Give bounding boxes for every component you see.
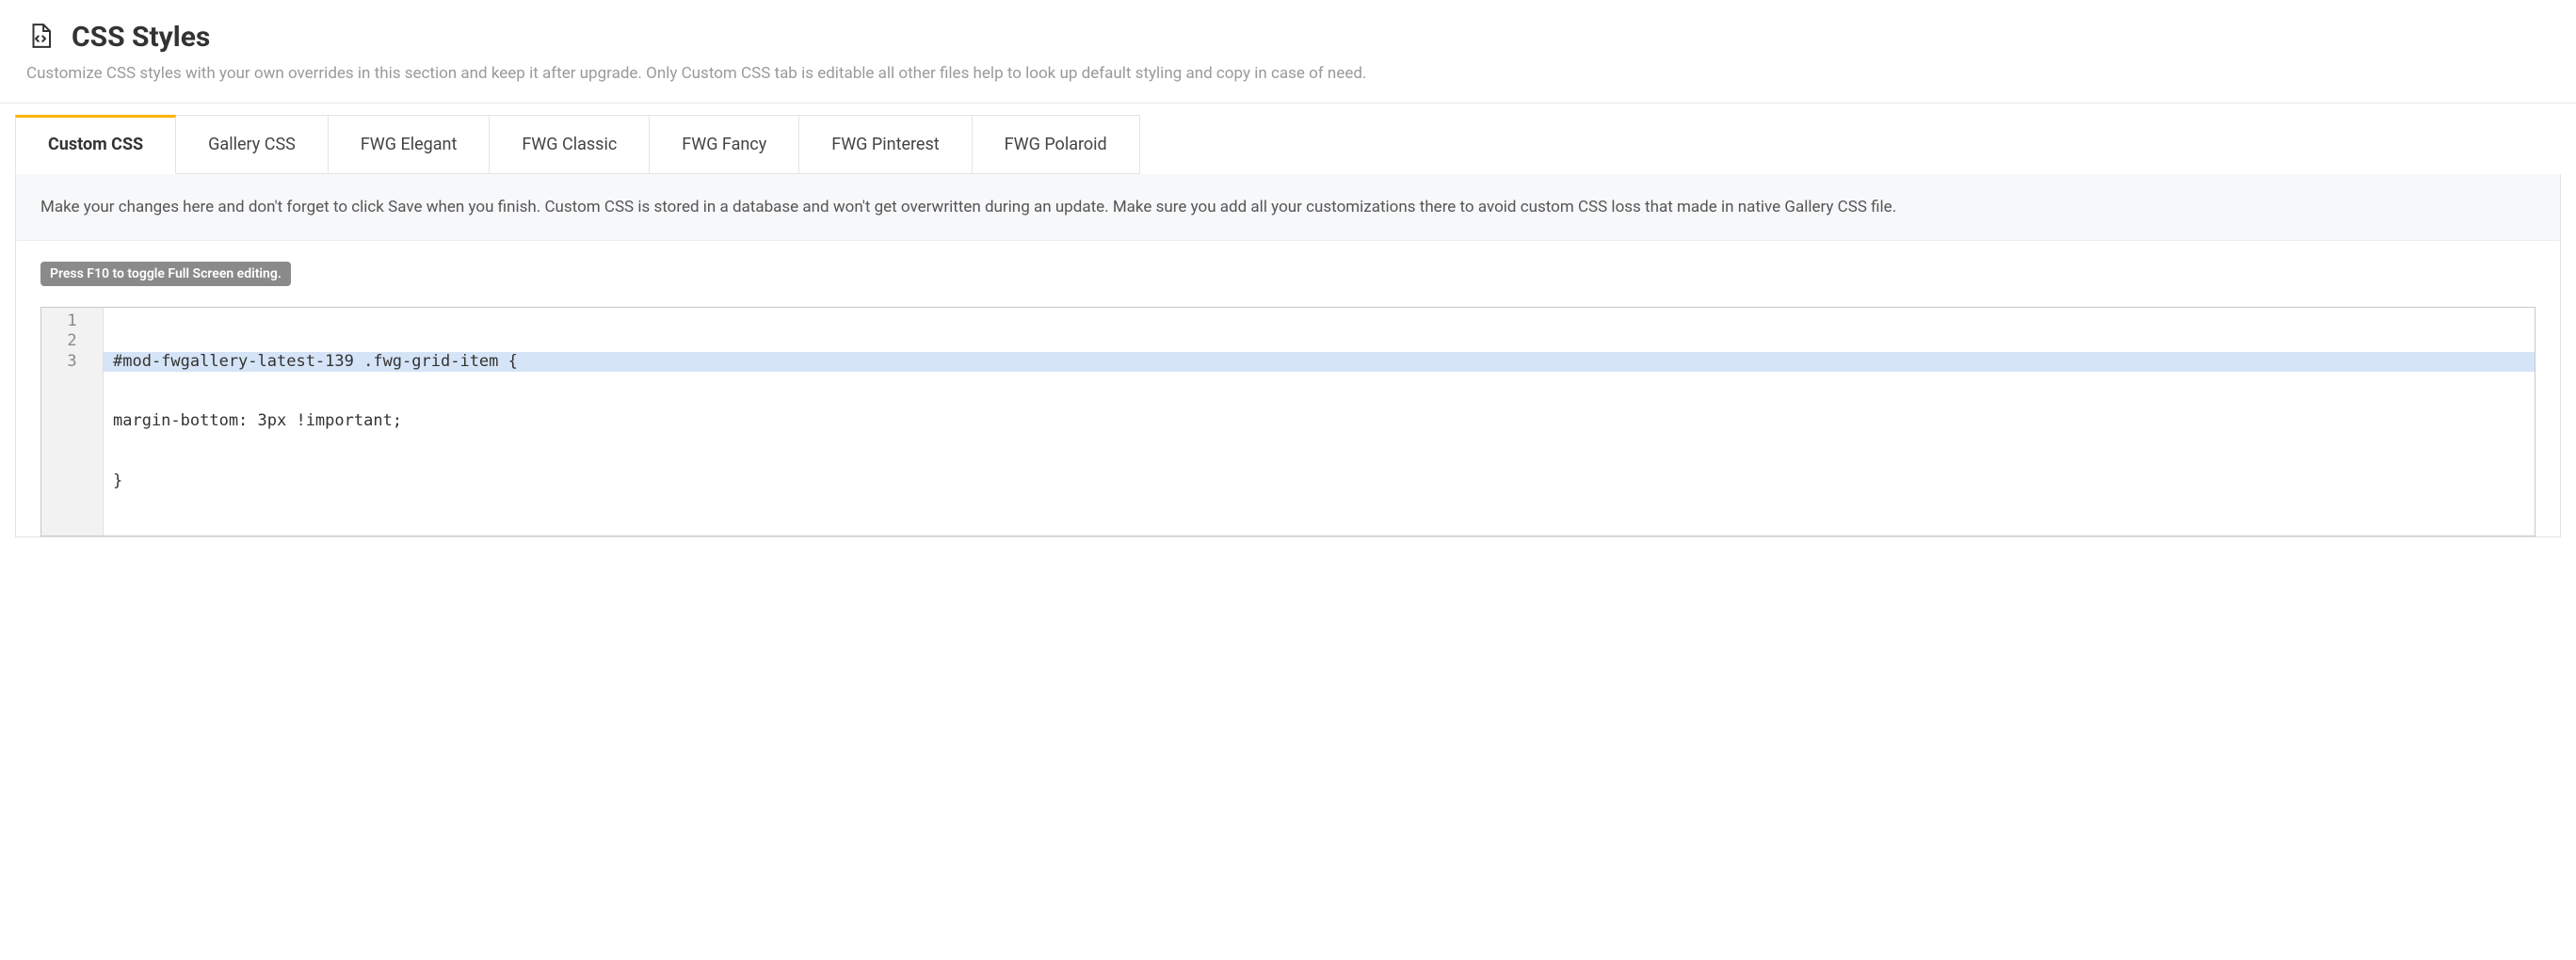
tab-gallery-css[interactable]: Gallery CSS	[176, 115, 329, 174]
code-editor[interactable]: 1 2 3 #mod-fwgallery-latest-139 .fwg-gri…	[40, 307, 2536, 536]
line-number: 2	[41, 331, 103, 351]
tab-fwg-pinterest[interactable]: FWG Pinterest	[799, 115, 972, 174]
page-header: CSS Styles Customize CSS styles with you…	[0, 0, 2576, 104]
code-line[interactable]: #mod-fwgallery-latest-139 .fwg-grid-item…	[104, 352, 2535, 372]
info-box: Make your changes here and don't forget …	[16, 174, 2560, 241]
tab-fwg-fancy[interactable]: FWG Fancy	[650, 115, 799, 174]
code-file-icon	[26, 22, 55, 54]
tab-panel: Make your changes here and don't forget …	[15, 174, 2561, 537]
tab-fwg-classic[interactable]: FWG Classic	[490, 115, 650, 174]
line-number: 1	[41, 312, 103, 331]
page-description: Customize CSS styles with your own overr…	[26, 63, 2550, 86]
tab-fwg-elegant[interactable]: FWG Elegant	[329, 115, 491, 174]
code-content[interactable]: #mod-fwgallery-latest-139 .fwg-grid-item…	[104, 308, 2535, 536]
tabs-bar: Custom CSS Gallery CSS FWG Elegant FWG C…	[0, 115, 2576, 174]
editor-area: Press F10 to toggle Full Screen editing.…	[16, 241, 2560, 536]
tab-custom-css[interactable]: Custom CSS	[15, 115, 176, 174]
tab-fwg-polaroid[interactable]: FWG Polaroid	[973, 115, 1140, 174]
line-number-gutter: 1 2 3	[41, 308, 104, 536]
code-line[interactable]: margin-bottom: 3px !important;	[104, 411, 2535, 431]
code-line[interactable]: }	[104, 472, 2535, 491]
line-number: 3	[41, 352, 103, 372]
fullscreen-hint-badge: Press F10 to toggle Full Screen editing.	[40, 262, 291, 286]
page-title: CSS Styles	[72, 21, 210, 54]
